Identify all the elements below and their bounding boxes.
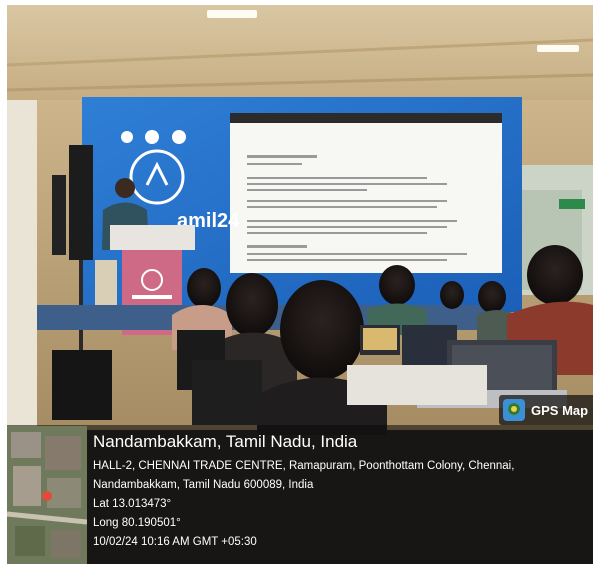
gps-app-badge: GPS Map	[499, 395, 593, 425]
speaker-tower	[69, 145, 93, 260]
address-line-1: HALL-2, CHENNAI TRADE CENTRE, Ramapuram,…	[93, 460, 515, 472]
slide-browser-bar	[230, 113, 502, 123]
left-wall-panel	[7, 100, 37, 430]
latitude: Lat 13.013473°	[93, 498, 172, 510]
speaker-tower	[52, 175, 66, 255]
timestamp: 10/02/24 10:16 AM GMT +05:30	[93, 536, 257, 548]
photo-frame: amil24 GPS Map Nandambakkam, Tamil Nadu,…	[7, 5, 593, 564]
longitude: Long 80.190501°	[93, 517, 181, 529]
gps-app-name: GPS Map	[531, 402, 589, 418]
map-pin-icon	[42, 491, 52, 501]
geotag-text: Nandambakkam, Tamil Nadu, India HALL-2, …	[93, 429, 589, 552]
ceiling-light	[207, 10, 257, 18]
exit-sign	[559, 199, 585, 209]
address-line-2: Nandambakkam, Tamil Nadu 600089, India	[93, 479, 314, 491]
chair-back	[192, 360, 262, 425]
map-thumbnail	[7, 426, 87, 564]
floor-speaker	[52, 350, 112, 420]
location-title: Nandambakkam, Tamil Nadu, India	[93, 432, 358, 451]
projected-slide	[230, 113, 502, 273]
desk	[347, 365, 487, 405]
gps-map-camera-icon	[503, 399, 525, 421]
ceiling-light	[537, 45, 579, 52]
laptop	[360, 325, 400, 355]
